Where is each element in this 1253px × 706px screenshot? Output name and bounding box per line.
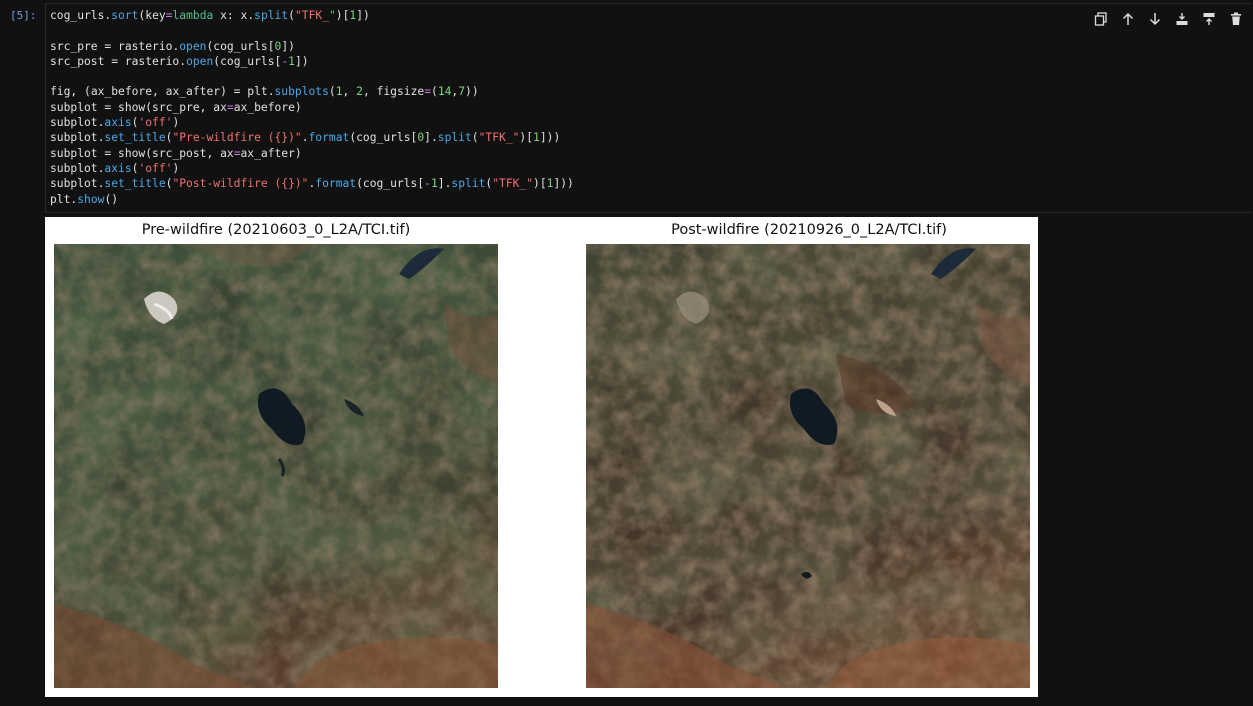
code-line[interactable]: cog_urls.sort(key=lambda x: x.split("TFK…: [50, 8, 574, 23]
code-line[interactable]: src_pre = rasterio.open(cog_urls[0]): [50, 39, 574, 54]
code-line[interactable]: subplot.set_title("Post-wildfire ({})".f…: [50, 176, 574, 191]
code-line[interactable]: subplot.set_title("Pre-wildfire ({})".fo…: [50, 130, 574, 145]
move-up-button[interactable]: [1119, 10, 1137, 28]
insert-cell-above-button[interactable]: [1200, 10, 1218, 28]
code-line[interactable]: plt.show(): [50, 192, 574, 207]
move-up-icon: [1122, 12, 1134, 25]
code-line[interactable]: [50, 23, 574, 38]
delete-icon: [1231, 12, 1241, 25]
code-cell-editor[interactable]: cog_urls.sort(key=lambda x: x.split("TFK…: [45, 3, 1251, 213]
pre-wildfire-title: Pre-wildfire (20210603_0_L2A/TCI.tif): [141, 222, 411, 238]
cell-prompt: [5]:: [10, 9, 37, 22]
delete-cell-button[interactable]: [1227, 10, 1245, 28]
insert-below-icon: [1176, 13, 1188, 25]
code-line[interactable]: src_post = rasterio.open(cog_urls[-1]): [50, 54, 574, 69]
insert-above-icon: [1203, 13, 1215, 25]
code-line[interactable]: [50, 69, 574, 84]
duplicate-cell-button[interactable]: [1092, 10, 1110, 28]
code-line[interactable]: subplot.axis('off'): [50, 115, 574, 130]
cell-output: Pre-wildfire (20210603_0_L2A/TCI.tif) Po…: [45, 217, 1038, 697]
move-down-icon: [1149, 13, 1161, 26]
post-wildfire-title: Post-wildfire (20210926_0_L2A/TCI.tif): [671, 222, 947, 238]
post-wildfire-image: [586, 244, 1030, 688]
move-down-button[interactable]: [1146, 10, 1164, 28]
pre-wildfire-image: [54, 244, 498, 688]
cell-toolbar: [1092, 10, 1245, 28]
code-block[interactable]: cog_urls.sort(key=lambda x: x.split("TFK…: [50, 8, 574, 207]
code-line[interactable]: fig, (ax_before, ax_after) = plt.subplot…: [50, 84, 574, 99]
code-line[interactable]: subplot = show(src_post, ax=ax_after): [50, 146, 574, 161]
code-line[interactable]: subplot = show(src_pre, ax=ax_before): [50, 100, 574, 115]
code-line[interactable]: subplot.axis('off'): [50, 161, 574, 176]
insert-cell-below-button[interactable]: [1173, 10, 1191, 28]
duplicate-icon: [1094, 12, 1107, 26]
